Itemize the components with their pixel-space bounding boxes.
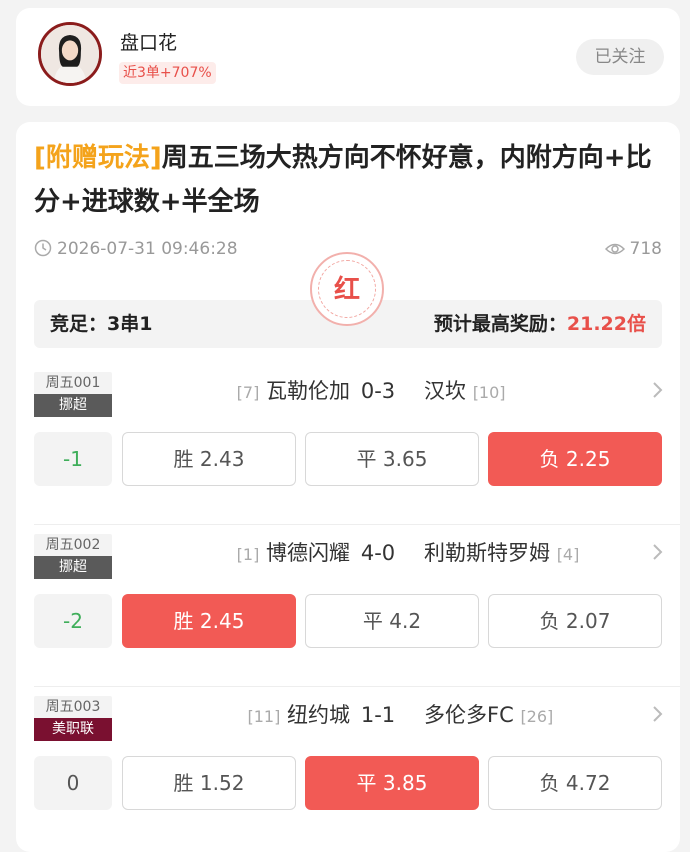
match-row[interactable]: 周五001 挪超 [7] 瓦勒伦加 0-3 汉坎 [10] -1 胜 2.43 … [16, 362, 680, 524]
away-rank: [4] [556, 545, 580, 564]
home-name: 瓦勒伦加 [266, 379, 350, 403]
home-name: 博德闪耀 [266, 541, 350, 565]
record-badge: 近3单+707% [119, 62, 216, 84]
plan-card: [附赠玩法]周五三场大热方向不怀好意，内附方向+比分+进球数+半全场 2026-… [16, 122, 680, 852]
handicap: -2 [34, 594, 112, 648]
odds-lose-button[interactable]: 负 2.07 [488, 594, 662, 648]
match-teams: [7] 瓦勒伦加 0-3 汉坎 [10] [16, 376, 680, 406]
final-score: 4-0 [360, 541, 396, 565]
publish-time: 2026-07-31 09:46:28 [34, 239, 238, 259]
match-teams: [1] 博德闪耀 4-0 利勒斯特罗姆 [4] [16, 538, 680, 568]
home-name: 纽约城 [287, 703, 350, 727]
odds-row: -1 胜 2.43 平 3.65 负 2.25 [34, 432, 662, 486]
eye-icon [604, 243, 625, 255]
odds-draw-button[interactable]: 平 3.85 [305, 756, 479, 810]
home-team: [11] 纽约城 [247, 700, 350, 732]
match-teams: [11] 纽约城 1-1 多伦多FC [26] [16, 700, 680, 730]
max-reward-value: 21.22倍 [566, 313, 646, 335]
final-score: 1-1 [360, 703, 396, 727]
odds-row: -2 胜 2.45 平 4.2 负 2.07 [34, 594, 662, 648]
odds-win-button[interactable]: 胜 1.52 [122, 756, 296, 810]
publish-time-text: 2026-07-31 09:46:28 [57, 239, 238, 259]
away-rank: [26] [520, 707, 554, 726]
author-card: 盘口花 近3单+707% 已关注 [16, 8, 680, 106]
chevron-right-icon[interactable] [650, 376, 664, 404]
match-row[interactable]: 周五003 美职联 [11] 纽约城 1-1 多伦多FC [26] 0 胜 1.… [16, 686, 680, 848]
away-team: 汉坎 [10] [424, 376, 506, 408]
odds-win-button[interactable]: 胜 2.45 [122, 594, 296, 648]
view-count: 718 [604, 239, 662, 259]
odds-row: 0 胜 1.52 平 3.85 负 4.72 [34, 756, 662, 810]
odds-win-button[interactable]: 胜 2.43 [122, 432, 296, 486]
away-name: 汉坎 [424, 379, 466, 403]
away-rank: [10] [472, 383, 506, 402]
author-name[interactable]: 盘口花 [120, 28, 177, 55]
home-team: [1] 博德闪耀 [237, 538, 350, 570]
max-reward: 预计最高奖励：21.22倍 [434, 300, 646, 348]
divider [34, 686, 680, 687]
result-stamp-text: 红 [318, 260, 376, 318]
max-reward-label: 预计最高奖励： [433, 313, 567, 335]
home-rank: [7] [236, 383, 260, 402]
view-count-text: 718 [629, 239, 662, 259]
chevron-right-icon[interactable] [650, 700, 664, 728]
clock-icon [34, 239, 52, 257]
odds-lose-button[interactable]: 负 2.25 [488, 432, 662, 486]
result-stamp: 红 [310, 252, 384, 326]
avatar[interactable] [38, 22, 102, 86]
article-title: [附赠玩法]周五三场大热方向不怀好意，内附方向+比分+进球数+半全场 [34, 136, 664, 224]
follow-button[interactable]: 已关注 [576, 39, 664, 75]
handicap: -1 [34, 432, 112, 486]
home-rank: [1] [236, 545, 260, 564]
odds-draw-button[interactable]: 平 4.2 [305, 594, 479, 648]
odds-draw-button[interactable]: 平 3.65 [305, 432, 479, 486]
match-row[interactable]: 周五002 挪超 [1] 博德闪耀 4-0 利勒斯特罗姆 [4] -2 胜 2.… [16, 524, 680, 686]
handicap: 0 [34, 756, 112, 810]
odds-lose-button[interactable]: 负 4.72 [488, 756, 662, 810]
final-score: 0-3 [360, 379, 396, 403]
away-name: 多伦多FC [424, 703, 514, 727]
away-team: 利勒斯特罗姆 [4] [424, 538, 579, 570]
home-rank: [11] [247, 707, 281, 726]
away-name: 利勒斯特罗姆 [424, 541, 550, 565]
chevron-right-icon[interactable] [650, 538, 664, 566]
home-team: [7] 瓦勒伦加 [237, 376, 350, 408]
avatar-image [41, 25, 99, 83]
away-team: 多伦多FC [26] [424, 700, 553, 732]
title-tag: [附赠玩法] [34, 143, 162, 173]
bet-type: 竞足：3串1 [50, 313, 153, 335]
divider [34, 524, 680, 525]
